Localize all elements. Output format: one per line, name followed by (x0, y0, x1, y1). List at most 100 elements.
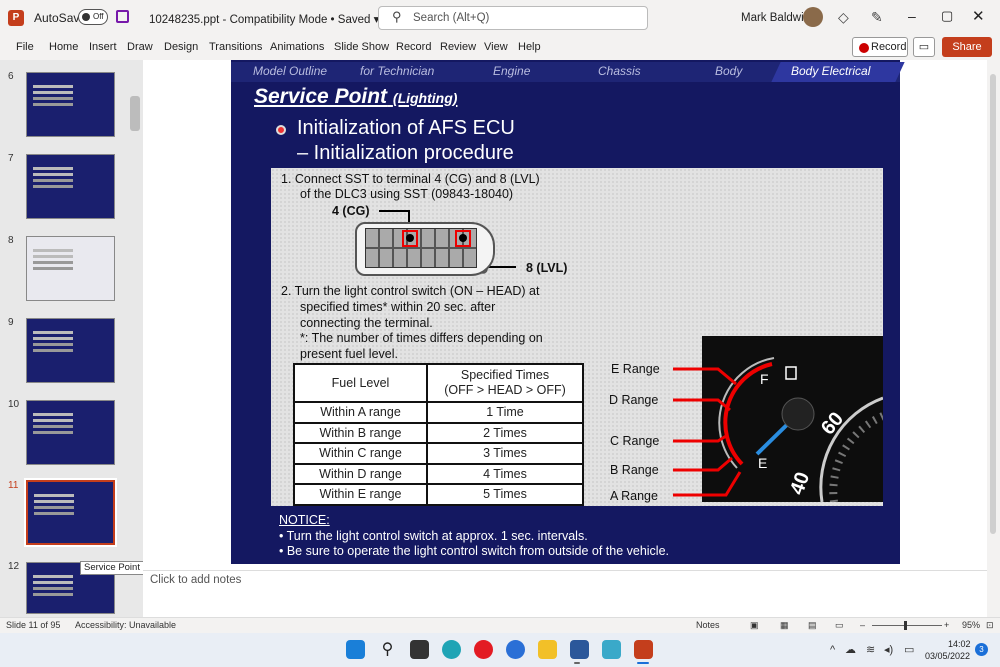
zoom-slider[interactable] (872, 625, 942, 626)
cloud-icon[interactable]: ☁ (845, 643, 856, 656)
slide-thumbnail-10[interactable] (26, 400, 115, 465)
comment-icon[interactable]: ▭ (913, 37, 935, 57)
step-2-line-3: connecting the terminal. (300, 316, 433, 330)
fuel-level-table: Fuel Level Specified Times (OFF > HEAD > … (293, 363, 584, 506)
slide-sorter-icon[interactable]: ▦ (780, 620, 789, 631)
header-off-head-off: (OFF > HEAD > OFF) (444, 383, 566, 397)
tab-transitions[interactable]: Transitions (209, 41, 262, 53)
notes-placeholder[interactable]: Click to add notes (150, 574, 241, 586)
table-row: Within D range 4 Times (293, 462, 584, 485)
minimize-icon[interactable]: – (908, 8, 916, 24)
range-e-label: E Range (611, 362, 660, 376)
edge-icon[interactable] (442, 640, 461, 659)
zoom-slider-thumb[interactable] (904, 621, 907, 630)
thumbnail-number: 10 (8, 399, 20, 410)
fit-slide-icon[interactable]: ⊡ (986, 620, 994, 631)
slide-thumbnail-9[interactable] (26, 318, 115, 383)
chevron-up-icon[interactable]: ^ (830, 644, 835, 656)
share-button[interactable]: Share (942, 37, 992, 57)
speed-60-label: 60 (817, 408, 848, 439)
tab-help[interactable]: Help (518, 41, 541, 53)
tab-view[interactable]: View (484, 41, 508, 53)
close-icon[interactable]: ✕ (972, 7, 985, 25)
zoom-in-icon[interactable]: + (944, 620, 949, 630)
slide-thumbnail-11[interactable] (24, 478, 117, 547)
thumbnail-number: 6 (8, 71, 14, 82)
powerpoint-logo-icon: P (8, 10, 24, 26)
tab-insert[interactable]: Insert (89, 41, 117, 53)
document-title[interactable]: 10248235.ppt - Compatibility Mode • Save… (149, 12, 379, 26)
search-icon: ⚲ (392, 9, 402, 24)
range-d-label: D Range (609, 393, 659, 407)
bullet-icon (276, 125, 286, 135)
thumbnail-number: 11 (8, 480, 19, 491)
table-row: Within C range 3 Times (293, 442, 584, 465)
heading-line-1: Initialization of AFS ECU (297, 117, 515, 139)
reading-view-icon[interactable]: ▤ (808, 620, 817, 631)
tab-design[interactable]: Design (164, 41, 198, 53)
record-button[interactable]: Record (852, 37, 908, 57)
speed-40-label: 40 (786, 469, 814, 497)
thumbnail-scrollbar[interactable] (130, 96, 140, 131)
label-terminal-4: 4 (CG) (332, 204, 370, 218)
header-specified-times: Specified Times (460, 368, 550, 382)
notification-badge[interactable]: 3 (975, 643, 988, 656)
wifi-icon[interactable]: ≋ (866, 643, 875, 656)
tab-record[interactable]: Record (396, 41, 431, 53)
normal-view-icon[interactable]: ▣ (750, 620, 759, 631)
tab-slide-show[interactable]: Slide Show (334, 41, 389, 53)
cell-times: 3 Times (426, 442, 584, 465)
search-taskbar-icon[interactable]: ⚲ (378, 640, 397, 659)
label-terminal-8: 8 (LVL) (526, 261, 568, 275)
cell-fuel-range: Within B range (293, 421, 428, 444)
task-view-icon[interactable] (410, 640, 429, 659)
powerpoint-taskbar-icon[interactable] (634, 640, 653, 659)
notes-pane[interactable] (143, 570, 987, 617)
heading-line-2: – Initialization procedure (297, 142, 514, 164)
notepad-icon[interactable] (602, 640, 621, 659)
slide-thumbnail-8[interactable] (26, 236, 115, 301)
tab-home[interactable]: Home (49, 41, 78, 53)
clock-date[interactable]: 03/05/2022 (925, 651, 970, 661)
table-row: Within E range 5 Times (293, 483, 584, 506)
tab-draw[interactable]: Draw (127, 41, 153, 53)
user-name[interactable]: Mark Baldwin (741, 12, 810, 24)
search-placeholder: Search (Alt+Q) (413, 12, 490, 24)
gauge-empty-label: E (758, 455, 767, 471)
tab-review[interactable]: Review (440, 41, 476, 53)
diamond-icon[interactable]: ◇ (838, 9, 849, 26)
zoom-level[interactable]: 95% (962, 620, 980, 630)
slide-thumbnail-7[interactable] (26, 154, 115, 219)
accessibility-status[interactable]: Accessibility: Unavailable (75, 620, 176, 630)
save-icon[interactable] (116, 10, 129, 23)
maximize-icon[interactable]: ▢ (941, 8, 953, 24)
word-icon[interactable] (570, 640, 589, 659)
slide-thumbnail-6[interactable] (26, 72, 115, 137)
nav-body-electrical: Body Electrical (791, 64, 871, 78)
app-icon[interactable] (506, 640, 525, 659)
clock-time[interactable]: 14:02 (948, 639, 971, 649)
active-indicator (637, 662, 649, 664)
slide-title: Service Point (Lighting) (254, 85, 457, 109)
tab-file[interactable]: File (16, 41, 34, 53)
table-row: Within B range 2 Times (293, 421, 584, 444)
avatar[interactable] (803, 7, 823, 27)
opera-icon[interactable] (474, 640, 493, 659)
cell-times: 2 Times (426, 421, 584, 444)
pen-icon[interactable]: ✎ (871, 9, 883, 26)
zoom-out-icon[interactable]: – (860, 620, 865, 630)
start-icon[interactable] (346, 640, 365, 659)
tab-animations[interactable]: Animations (270, 41, 324, 53)
file-explorer-icon[interactable] (538, 640, 557, 659)
thumbnail-number: 7 (8, 153, 14, 164)
scrollbar-thumb[interactable] (990, 74, 996, 534)
battery-icon[interactable]: ▭ (904, 643, 914, 656)
volume-icon[interactable]: ◂) (884, 643, 893, 656)
step-2-line-1: 2. Turn the light control switch (ON – H… (281, 284, 540, 298)
notes-toggle[interactable]: Notes (696, 620, 720, 630)
autosave-toggle[interactable]: Off (78, 9, 108, 25)
nav-body: Body (715, 64, 743, 78)
cell-fuel-range: Within A range (293, 401, 428, 424)
slideshow-icon[interactable]: ▭ (835, 620, 844, 631)
table-header-specified-times: Specified Times (OFF > HEAD > OFF) (426, 363, 584, 403)
